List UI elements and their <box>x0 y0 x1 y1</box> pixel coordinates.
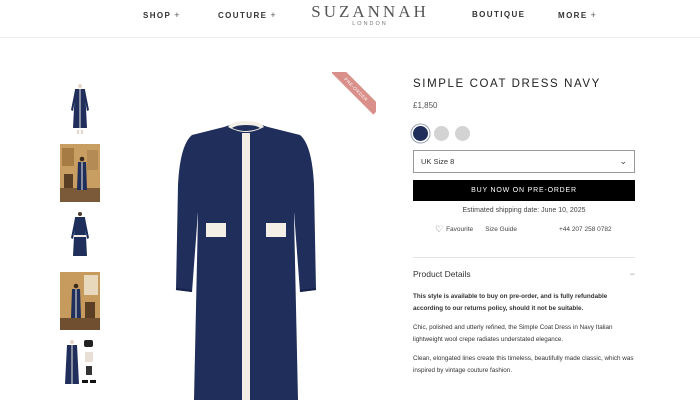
swatch-grey-1[interactable] <box>434 126 449 141</box>
thumbnail-styled[interactable] <box>60 336 100 394</box>
preorder-ribbon-label: PRE-ORDER <box>332 72 376 115</box>
thumbnail-lifestyle-1[interactable] <box>60 144 100 202</box>
thumbnail-gallery <box>60 80 100 400</box>
product-title: SIMPLE COAT DRESS NAVY <box>413 78 601 90</box>
shipping-estimate: Estimated shipping date: June 10, 2025 <box>462 207 586 214</box>
product-info: SIMPLE COAT DRESS NAVY £1,850 UK Size 8 … <box>413 78 635 384</box>
divider <box>413 257 635 258</box>
minus-icon: − <box>629 269 635 279</box>
details-paragraph: Chic, polished and utterly refined, the … <box>413 324 613 343</box>
size-select-value: UK Size 8 <box>421 157 455 166</box>
swatch-grey-2[interactable] <box>455 126 470 141</box>
main-product-image <box>150 75 380 400</box>
preorder-ribbon: PRE-ORDER <box>332 72 376 116</box>
plus-icon: + <box>590 10 598 20</box>
phone-number[interactable]: +44 207 258 0782 <box>559 226 612 233</box>
details-paragraph: This style is available to buy on pre-or… <box>413 293 608 312</box>
nav-boutique-label: BOUTIQUE <box>472 10 526 19</box>
chevron-down-icon: ⌄ <box>619 156 627 166</box>
site-header: SHOP + COUTURE + SUZANNAH LONDON BOUTIQU… <box>0 0 700 38</box>
plus-icon: + <box>174 10 181 20</box>
favourite-label: Favourite <box>446 226 474 233</box>
nav-couture[interactable]: COUTURE + <box>218 10 277 20</box>
brand-name: SUZANNAH <box>311 2 429 21</box>
swatch-navy[interactable] <box>413 126 428 141</box>
size-select[interactable]: UK Size 8 ⌄ <box>413 150 635 173</box>
product-price: £1,850 <box>413 101 438 110</box>
brand-logo[interactable]: SUZANNAH LONDON <box>300 2 440 27</box>
size-guide-link[interactable]: Size Guide <box>485 226 517 233</box>
product-details-heading: Product Details <box>413 269 471 279</box>
favourite-link[interactable]: ♡ Favourite <box>435 224 473 235</box>
product-details-body: This style is available to buy on pre-or… <box>413 291 635 377</box>
thumbnail-lifestyle-2[interactable] <box>60 272 100 330</box>
buy-now-button[interactable]: BUY NOW ON PRE-ORDER <box>413 180 635 201</box>
plus-icon: + <box>270 10 278 20</box>
nav-boutique[interactable]: BOUTIQUE <box>472 10 525 19</box>
thumbnail-back[interactable] <box>60 208 100 266</box>
product-details-toggle[interactable]: Product Details − <box>413 269 635 279</box>
heart-icon: ♡ <box>435 224 444 234</box>
color-swatches <box>413 126 635 141</box>
details-paragraph: Clean, elongated lines create this timel… <box>413 355 634 374</box>
nav-couture-label: COUTURE <box>218 10 268 20</box>
nav-more[interactable]: MORE + <box>558 10 597 20</box>
nav-shop-label: SHOP <box>143 10 172 20</box>
nav-more-label: MORE <box>558 10 588 20</box>
nav-shop[interactable]: SHOP + <box>143 10 181 20</box>
product-links: ♡ Favourite Size Guide +44 207 258 0782 <box>413 224 635 235</box>
thumbnail-front[interactable] <box>60 80 100 138</box>
